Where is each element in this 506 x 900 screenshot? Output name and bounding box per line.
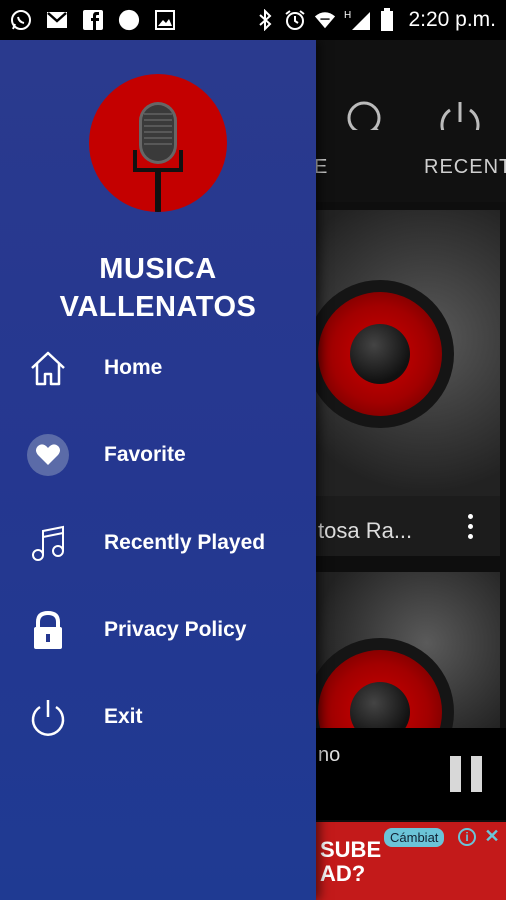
menu-label-privacy-policy: Privacy Policy (104, 618, 247, 641)
home-icon (26, 346, 70, 390)
image-icon (154, 9, 176, 31)
station-artwork (316, 210, 500, 496)
whatsapp-icon (10, 9, 32, 31)
menu-item-favorite[interactable]: Favorite (0, 420, 316, 490)
bluetooth-icon (254, 9, 276, 31)
station-artwork (316, 572, 500, 730)
pause-button[interactable] (450, 756, 482, 792)
wifi-icon (314, 9, 336, 31)
signal-icon: H (344, 9, 372, 31)
menu-label-favorite: Favorite (104, 443, 186, 466)
status-time: 2:20 p.m. (408, 8, 496, 31)
battery-icon (380, 8, 394, 31)
circle-notification-icon (118, 9, 140, 31)
microphone-icon (89, 74, 227, 212)
station-card[interactable]: tosa Ra... (316, 210, 500, 556)
menu-item-recently-played[interactable]: Recently Played (0, 508, 316, 578)
heart-icon (26, 433, 70, 477)
facebook-icon (82, 9, 104, 31)
ad-badge: Cámbiat (384, 828, 445, 847)
alarm-icon (284, 9, 306, 31)
app-title-line2: VALLENATOS (59, 291, 257, 323)
station-card[interactable] (316, 572, 500, 730)
menu-item-home[interactable]: Home (0, 333, 316, 403)
tab-recent[interactable]: RECENT (424, 156, 506, 179)
speaker-image (316, 638, 454, 730)
mini-player[interactable]: no (316, 728, 506, 820)
player-title: no (318, 744, 341, 766)
app-title: MUSICA VALLENATOS (0, 250, 316, 326)
tab-home-partial[interactable]: E (314, 156, 328, 179)
lock-icon (26, 608, 70, 652)
menu-label-exit: Exit (104, 705, 143, 728)
ad-text: SUBE AD? (320, 837, 382, 886)
menu-label-recently-played: Recently Played (104, 531, 266, 554)
app-title-line1: MUSICA (99, 253, 217, 285)
svg-text:H: H (344, 10, 351, 21)
navigation-drawer: MUSICA VALLENATOS Home Favorite Recently… (0, 40, 316, 900)
speaker-image (316, 280, 454, 428)
menu-item-exit[interactable]: Exit (0, 682, 316, 752)
menu-item-privacy-policy[interactable]: Privacy Policy (0, 595, 316, 665)
ad-banner[interactable]: SUBE AD? Cámbiat i ✕ (316, 822, 506, 900)
power-icon (26, 695, 70, 739)
menu-label-home: Home (104, 356, 163, 379)
music-note-icon (26, 521, 70, 565)
gmail-icon (46, 9, 68, 31)
ad-info-icon[interactable]: i (458, 828, 476, 846)
ad-close-icon[interactable]: ✕ (482, 826, 502, 846)
status-bar: H 2:20 p.m. (0, 0, 506, 40)
more-options-icon[interactable] (464, 514, 476, 539)
